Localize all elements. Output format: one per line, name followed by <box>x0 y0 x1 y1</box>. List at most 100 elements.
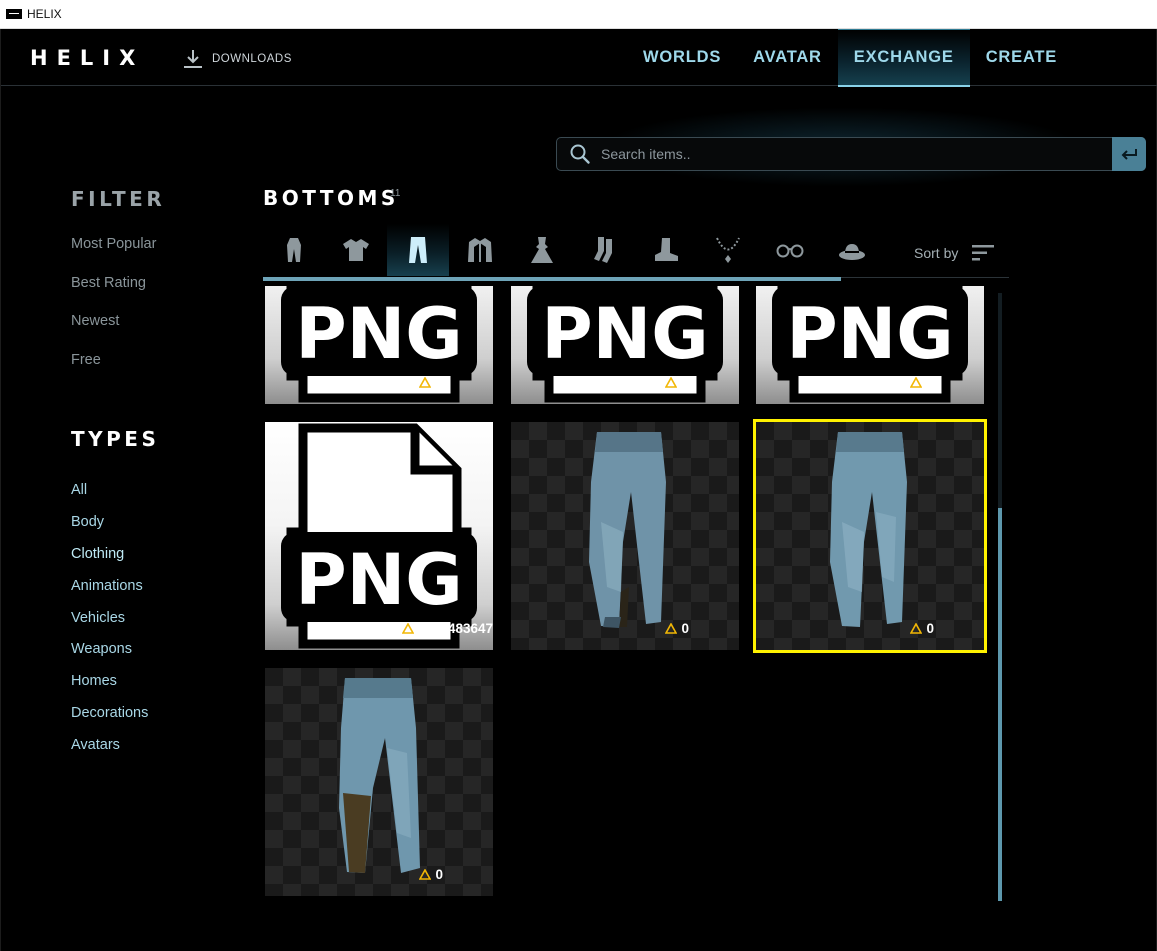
type-vehicles[interactable]: Vehicles <box>71 610 148 642</box>
helix-logo[interactable]: HELIX <box>30 46 144 70</box>
category-scroll-indicator <box>263 277 841 281</box>
filter-best-rating[interactable]: Best Rating <box>71 275 156 314</box>
section-title: BOTTOMS <box>263 186 399 210</box>
full-outfit-icon <box>287 238 301 262</box>
socks-icon <box>594 237 612 263</box>
category-hat[interactable] <box>821 224 883 276</box>
search-input[interactable] <box>601 146 1112 162</box>
downloads-button[interactable]: DOWNLOADS <box>183 48 292 70</box>
type-all[interactable]: All <box>71 482 148 514</box>
types-list: All Body Clothing Animations Vehicles We… <box>62 482 194 769</box>
svg-text:PNG: PNG <box>541 293 708 375</box>
warning-icon <box>910 377 923 388</box>
nav-tab-avatar[interactable]: AVATAR <box>737 29 838 86</box>
nav-tab-exchange[interactable]: EXCHANGE <box>837 29 970 87</box>
nav-tab-create[interactable]: CREATE <box>970 29 1073 86</box>
item-count-value: 0 <box>681 375 689 390</box>
category-pants[interactable] <box>387 224 449 276</box>
svg-text:PNG: PNG <box>295 539 462 621</box>
item-count-badge: 0 <box>419 867 493 882</box>
item-count-value: 0 <box>926 375 934 390</box>
grid-scrollbar-thumb[interactable] <box>998 508 1002 901</box>
filter-heading: FILTER <box>71 187 166 211</box>
dress-icon <box>531 237 553 263</box>
search-submit-button[interactable] <box>1112 137 1146 171</box>
sort-by-button[interactable]: Sort by <box>914 244 995 262</box>
item-card[interactable]: PNG 0 <box>265 286 493 404</box>
hat-icon <box>839 244 865 260</box>
download-icon <box>184 50 202 68</box>
pants-icon <box>409 237 427 263</box>
jeans-dark-knee-image <box>589 432 666 628</box>
warning-icon <box>665 377 678 388</box>
filter-newest[interactable]: Newest <box>71 313 156 352</box>
item-count: 11 <box>390 188 401 199</box>
filter-free[interactable]: Free <box>71 352 156 391</box>
app-window: HELIX DOWNLOADS WORLDS AVATAR EXCHANGE C… <box>0 29 1157 951</box>
top-header: HELIX DOWNLOADS WORLDS AVATAR EXCHANGE C… <box>1 29 1157 87</box>
main-nav: WORLDS AVATAR EXCHANGE CREATE <box>627 29 1073 87</box>
type-weapons[interactable]: Weapons <box>71 641 148 673</box>
warning-icon <box>910 623 923 634</box>
app-icon <box>6 9 22 19</box>
types-heading: TYPES <box>71 427 160 451</box>
filter-most-popular[interactable]: Most Popular <box>71 236 156 275</box>
item-card[interactable]: 0 <box>511 422 739 650</box>
item-card[interactable]: 0 <box>265 668 493 896</box>
item-count-value: 0 <box>435 375 443 390</box>
item-count-value: 0 <box>681 621 689 636</box>
item-card[interactable]: PNG 2147483647 <box>265 422 493 650</box>
category-shirt[interactable] <box>325 224 387 276</box>
item-count-value: 2147483647 <box>417 621 493 636</box>
jacket-icon <box>468 238 492 262</box>
grid-scrollbar[interactable] <box>998 293 1002 901</box>
category-socks[interactable] <box>573 224 635 276</box>
item-count-badge: 0 <box>419 375 493 390</box>
type-animations[interactable]: Animations <box>71 578 148 610</box>
png-file-icon: PNG <box>281 423 477 649</box>
item-count-badge: 0 <box>665 375 739 390</box>
enter-icon <box>1121 149 1137 160</box>
warning-icon <box>419 377 432 388</box>
items-grid: PNG 0 PNG 0 PNG 0 PNG 2147483647 0 0 0 <box>263 286 1003 901</box>
type-body[interactable]: Body <box>71 514 148 546</box>
warning-icon <box>665 623 678 634</box>
type-clothing[interactable]: Clothing <box>62 541 194 578</box>
search-icon <box>570 144 590 164</box>
type-homes[interactable]: Homes <box>71 673 148 705</box>
sort-icon <box>972 245 995 261</box>
item-card-selected[interactable]: 0 <box>753 419 987 653</box>
category-necklace[interactable] <box>697 224 759 276</box>
category-dress[interactable] <box>511 224 573 276</box>
category-full-outfit[interactable] <box>263 224 325 276</box>
item-card[interactable]: PNG 0 <box>511 286 739 404</box>
category-jacket[interactable] <box>449 224 511 276</box>
boot-icon <box>655 238 678 261</box>
item-count-badge: 0 <box>910 621 984 636</box>
filter-list: Most Popular Best Rating Newest Free <box>71 236 156 390</box>
nav-tab-worlds[interactable]: WORLDS <box>627 29 737 86</box>
svg-text:PNG: PNG <box>786 293 953 375</box>
item-count-value: 0 <box>926 621 934 636</box>
item-count-badge: 2147483647 <box>401 621 493 636</box>
search-bar <box>556 137 1146 171</box>
item-count-badge: 0 <box>665 621 739 636</box>
downloads-label: DOWNLOADS <box>212 53 292 65</box>
jeans-blue-image <box>830 432 907 627</box>
warning-icon <box>401 623 414 634</box>
category-glasses[interactable] <box>759 224 821 276</box>
warning-icon <box>419 869 432 880</box>
shirt-icon <box>343 239 369 261</box>
category-boot[interactable] <box>635 224 697 276</box>
type-avatars[interactable]: Avatars <box>71 737 148 769</box>
item-count-value: 0 <box>435 867 443 882</box>
type-decorations[interactable]: Decorations <box>71 705 148 737</box>
window-title: HELIX <box>27 7 62 21</box>
jeans-brown-leg-image <box>339 678 420 873</box>
necklace-icon <box>716 237 740 263</box>
sort-by-label: Sort by <box>914 245 959 261</box>
glasses-icon <box>776 244 804 258</box>
category-bar <box>263 224 1009 278</box>
item-card[interactable]: PNG 0 <box>756 286 984 404</box>
window-titlebar: HELIX <box>0 0 1157 29</box>
